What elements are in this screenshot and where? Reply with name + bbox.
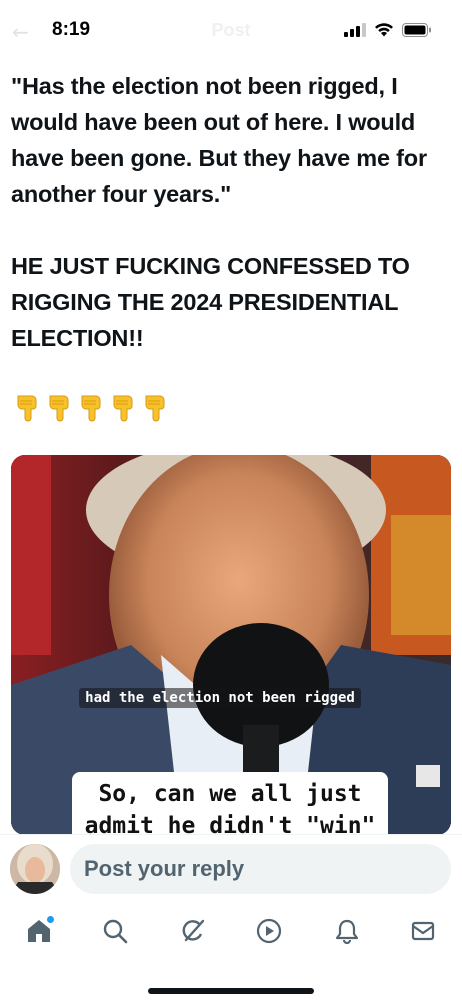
home-indicator	[148, 988, 314, 994]
pointing-down-emoji	[145, 395, 165, 422]
emoji-row	[14, 392, 168, 422]
search-icon[interactable]	[100, 916, 130, 946]
bottom-nav	[0, 904, 462, 1000]
caption-small-text: had the election not been rigged	[79, 688, 361, 708]
home-notification-dot	[47, 916, 54, 923]
post-text: "Has the election not been rigged, I wou…	[11, 73, 427, 351]
avatar[interactable]	[10, 844, 60, 894]
video-caption-small: had the election not been rigged	[0, 688, 440, 708]
wifi-icon	[374, 22, 394, 37]
reply-placeholder: Post your reply	[84, 856, 245, 881]
status-icons	[344, 22, 432, 37]
reply-input[interactable]: Post your reply	[70, 844, 451, 894]
battery-icon	[402, 22, 432, 37]
messages-icon[interactable]	[408, 916, 438, 946]
pointing-down-emoji	[113, 395, 133, 422]
home-icon[interactable]	[24, 916, 54, 946]
pointing-down-emoji	[49, 395, 69, 422]
notifications-icon[interactable]	[332, 916, 362, 946]
pointing-down-emoji	[17, 395, 37, 422]
signal-icon	[344, 22, 366, 37]
video-icon[interactable]	[254, 916, 284, 946]
pointing-down-emoji	[81, 395, 101, 422]
reply-bar: Post your reply	[0, 834, 462, 904]
grok-icon[interactable]	[178, 916, 208, 946]
status-bar: ← Post 8:19	[0, 0, 462, 62]
status-time: 8:19	[52, 19, 91, 40]
